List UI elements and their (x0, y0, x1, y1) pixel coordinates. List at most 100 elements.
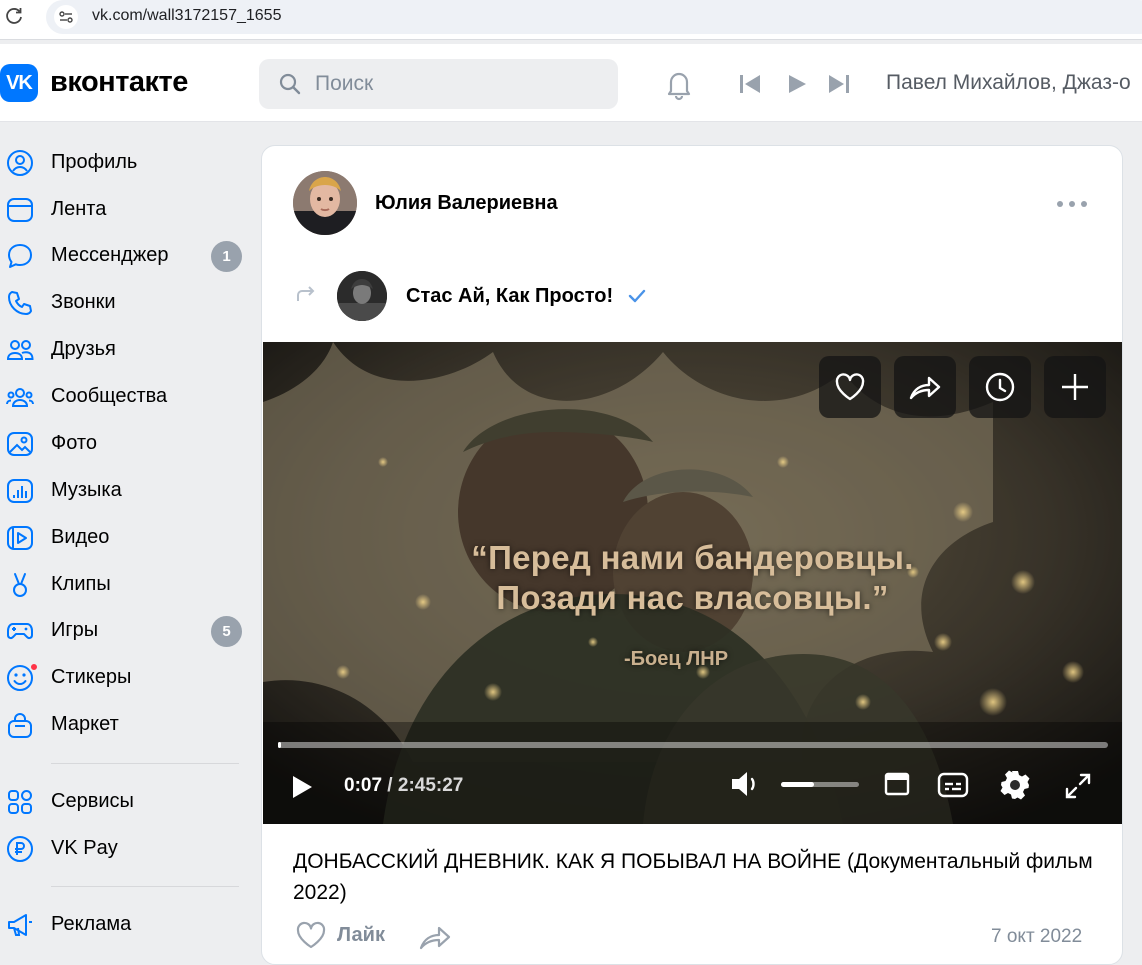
video-player[interactable]: “Перед нами бандеровцы. Позади нас власо… (263, 342, 1122, 824)
fullscreen-icon[interactable] (1064, 772, 1092, 800)
vkpay-icon (7, 836, 33, 862)
sidebar-item-label: Игры (51, 619, 99, 641)
video-share-button[interactable] (894, 356, 956, 418)
sidebar-item-profile[interactable]: Профиль (0, 140, 250, 186)
add-video-button[interactable] (1044, 356, 1106, 418)
clips-icon (13, 573, 27, 597)
sidebar-item-stickers[interactable]: Стикеры (0, 655, 250, 701)
clock-icon (985, 372, 1015, 402)
previous-track-icon[interactable] (738, 74, 762, 94)
sidebar-item-label: Сервисы (51, 790, 134, 812)
search-input[interactable] (315, 71, 595, 97)
sidebar-item-friends[interactable]: Друзья (0, 327, 250, 373)
subtitles-icon[interactable] (937, 772, 969, 798)
next-track-icon[interactable] (827, 74, 851, 94)
sidebar-item-vkpay[interactable]: VK Pay (0, 826, 250, 872)
notifications-bell-icon[interactable] (662, 67, 696, 101)
sidebar-item-label: Музыка (51, 479, 122, 501)
sidebar-item-label: Клипы (51, 573, 111, 595)
verified-check-icon (628, 289, 646, 303)
games-icon (7, 623, 33, 640)
sidebar-item-communities[interactable]: Сообщества (0, 374, 250, 420)
vk-logo-text[interactable]: вконтакте (50, 66, 188, 99)
share-arrow-icon (909, 376, 941, 400)
sidebar-item-label: Звонки (51, 291, 116, 313)
sidebar-item-ads[interactable]: Реклама (0, 902, 250, 948)
market-icon (8, 713, 32, 738)
calls-icon (8, 291, 32, 315)
settings-gear-icon[interactable] (999, 769, 1031, 801)
services-icon (8, 790, 32, 814)
sidebar-item-label: Реклама (51, 913, 132, 935)
plus-icon (1062, 374, 1088, 400)
url-text[interactable]: vk.com/wall3172157_1655 (92, 7, 281, 25)
now-playing-track[interactable]: Павел Михайлов, Джаз-о (886, 71, 1131, 95)
friends-icon (6, 340, 34, 360)
video-time: 0:07 / 2:45:27 (344, 775, 463, 797)
heart-icon (835, 373, 865, 401)
wall-post: Юлия Валериевна Стас Ай, Как Просто! “Пе… (261, 145, 1123, 965)
video-quote-text: “Перед нами бандеровцы. Позади нас власо… (471, 539, 914, 616)
volume-icon[interactable] (730, 770, 762, 798)
video-icon (7, 526, 33, 550)
repost-arrow-icon (297, 286, 315, 301)
sidebar-item-label: Профиль (51, 151, 138, 173)
search-box[interactable] (259, 59, 618, 109)
repost-source-name[interactable]: Стас Ай, Как Просто! (406, 285, 613, 308)
video-seek-progress (278, 742, 282, 748)
video-seek-bar[interactable] (278, 742, 1108, 748)
feed-icon (7, 198, 33, 222)
sidebar-item-feed[interactable]: Лента (0, 187, 250, 233)
sidebar-item-games[interactable]: Игры 5 (0, 608, 250, 654)
sidebar-item-clips[interactable]: Клипы (0, 562, 250, 608)
play-track-icon[interactable] (787, 74, 807, 94)
reload-icon[interactable] (4, 6, 24, 26)
volume-slider[interactable] (781, 782, 859, 787)
ads-megaphone-icon (8, 914, 32, 936)
messenger-icon (8, 244, 32, 268)
sidebar-item-video[interactable]: Видео (0, 515, 250, 561)
sidebar-item-market[interactable]: Маркет (0, 702, 250, 748)
sidebar-item-label: Мессенджер (51, 244, 169, 266)
photo-icon (7, 432, 33, 456)
watch-later-button[interactable] (969, 356, 1031, 418)
sidebar-item-label: VK Pay (51, 837, 118, 859)
sidebar-item-calls[interactable]: Звонки (0, 280, 250, 326)
play-icon[interactable] (290, 774, 314, 800)
sidebar-item-services[interactable]: Сервисы (0, 779, 250, 825)
post-date[interactable]: 7 окт 2022 (991, 926, 1082, 948)
sidebar-item-photo[interactable]: Фото (0, 421, 250, 467)
sidebar-item-music[interactable]: Музыка (0, 468, 250, 514)
video-like-button[interactable] (819, 356, 881, 418)
vk-header: VK вконтакте Павел Михайлов, Джаз-о (0, 44, 1142, 122)
post-menu-more-icon[interactable] (1057, 198, 1087, 210)
vk-logo-icon[interactable]: VK (0, 64, 38, 102)
profile-icon (7, 150, 33, 176)
sidebar-item-label: Видео (51, 526, 110, 548)
music-icon (7, 479, 33, 503)
new-indicator-dot (29, 662, 39, 672)
like-heart-icon (296, 921, 326, 949)
sidebar-item-label: Друзья (51, 338, 116, 360)
communities-icon (6, 388, 34, 407)
video-time-separator: / (382, 775, 398, 796)
repost-source-avatar[interactable] (337, 271, 387, 321)
post-share-icon[interactable] (418, 922, 452, 950)
author-avatar[interactable] (293, 171, 357, 235)
sidebar-divider (51, 886, 239, 887)
video-current-time: 0:07 (344, 775, 383, 796)
site-settings-icon[interactable] (54, 5, 78, 29)
like-label: Лайк (337, 923, 385, 946)
post-author-name[interactable]: Юлия Валериевна (375, 192, 558, 215)
sidebar-item-messenger[interactable]: Мессенджер 1 (0, 233, 250, 279)
unread-count-badge: 1 (211, 241, 242, 272)
sidebar-item-label: Маркет (51, 713, 119, 735)
sidebar-item-label: Сообщества (51, 385, 168, 407)
like-button[interactable]: Лайк (295, 921, 385, 949)
browser-toolbar: vk.com/wall3172157_1655 (0, 0, 1142, 40)
search-icon (279, 73, 301, 95)
sidebar-item-label: Фото (51, 432, 97, 454)
sidebar-item-label: Лента (51, 198, 107, 220)
mini-player-icon[interactable] (884, 772, 910, 796)
video-title[interactable]: ДОНБАССКИЙ ДНЕВНИК. КАК Я ПОБЫВАЛ НА ВОЙ… (293, 846, 1093, 908)
